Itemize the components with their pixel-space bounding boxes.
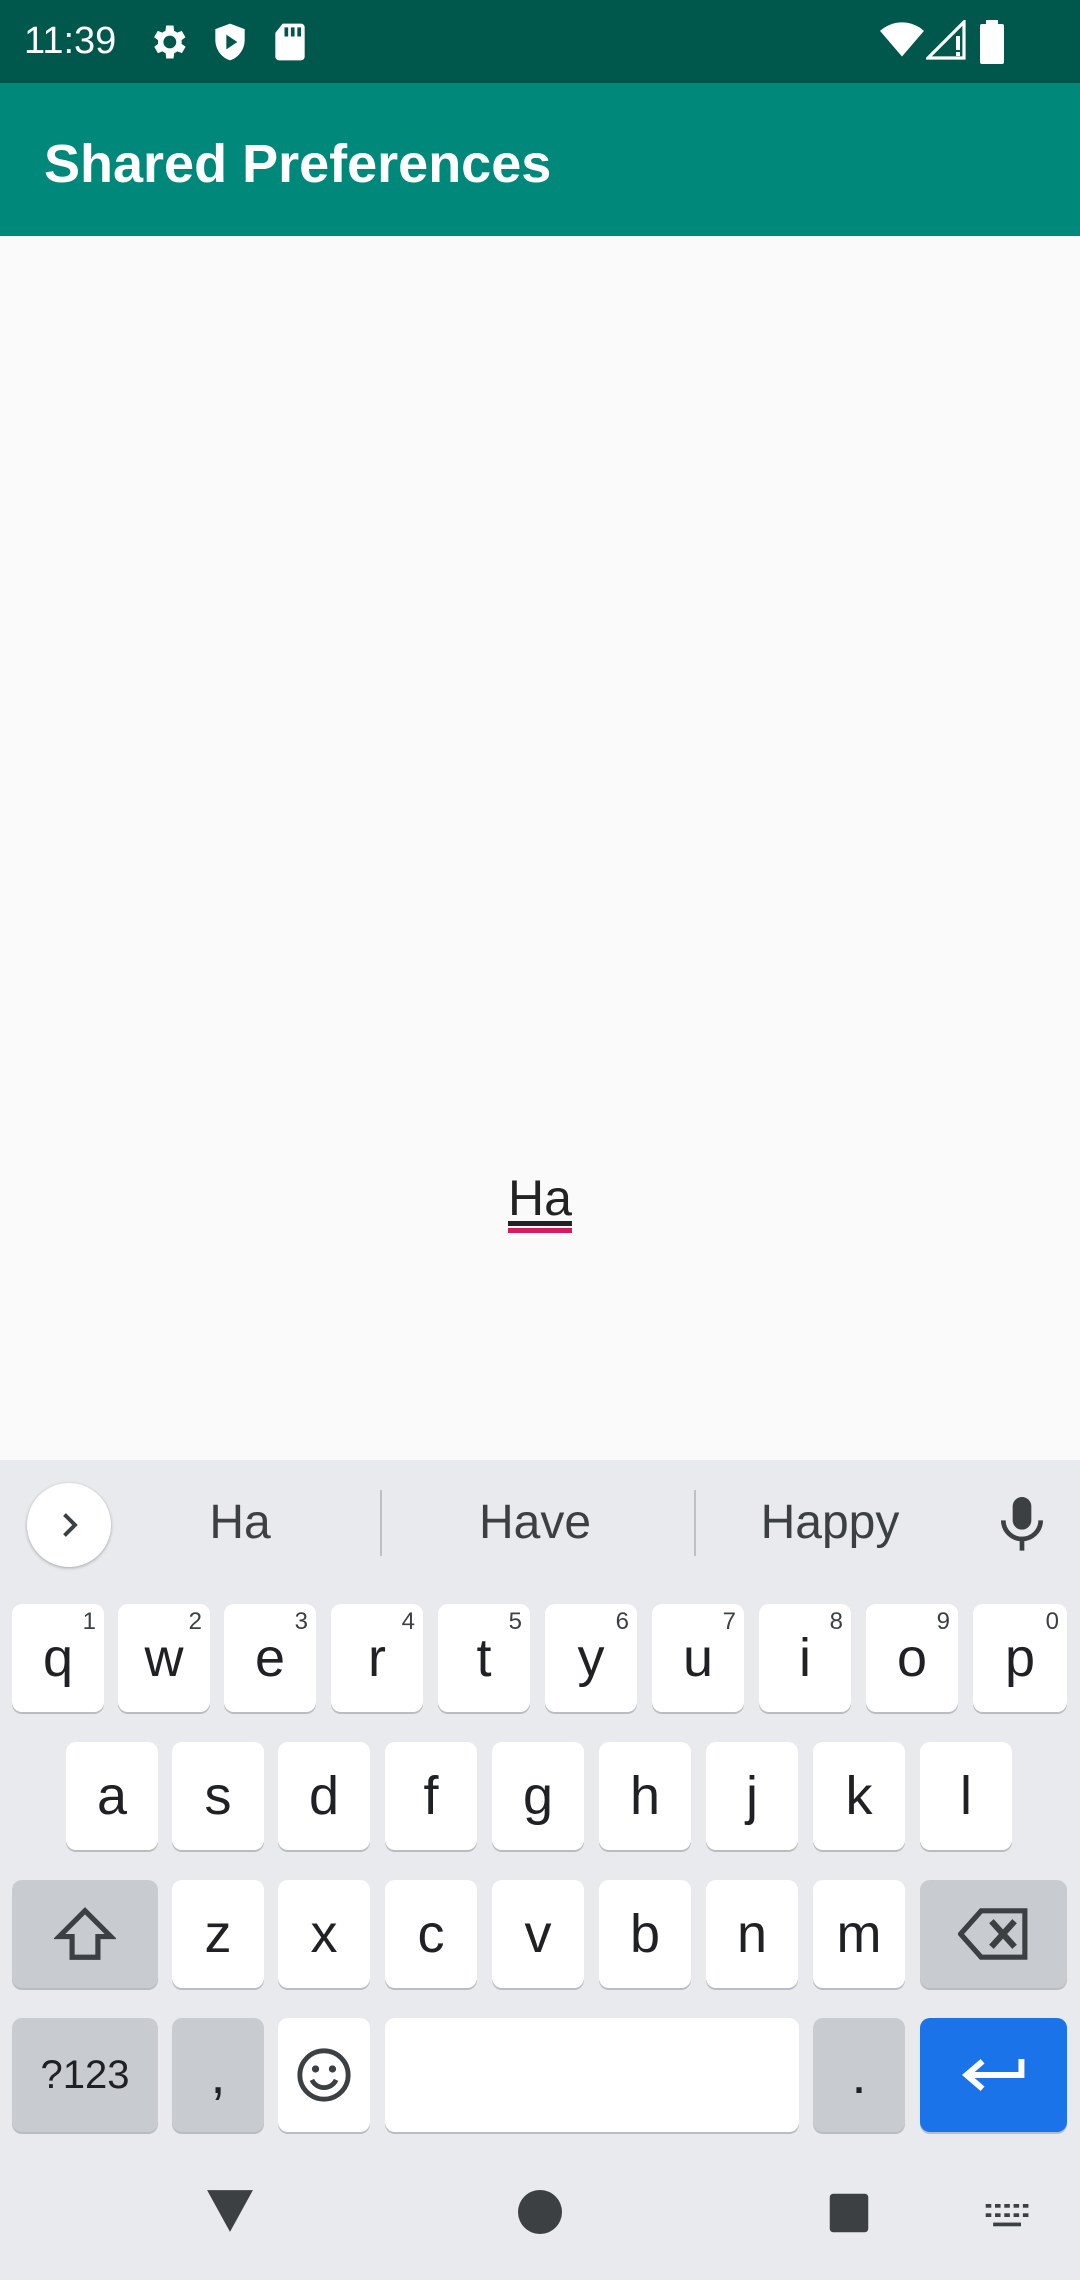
content-area (0, 236, 1080, 1460)
key-t[interactable]: 5t (438, 1604, 530, 1712)
key-r[interactable]: 4r (331, 1604, 423, 1712)
key-c[interactable]: c (385, 1880, 477, 1988)
shift-icon (54, 1907, 116, 1960)
period-key[interactable]: . (813, 2018, 905, 2132)
app-bar: Shared Preferences (0, 83, 1080, 236)
key-j[interactable]: j (706, 1742, 798, 1850)
key-v[interactable]: v (492, 1880, 584, 1988)
key-y[interactable]: 6y (545, 1604, 637, 1712)
key-s[interactable]: s (172, 1742, 264, 1850)
key-i[interactable]: 8i (759, 1604, 851, 1712)
backspace-key[interactable] (920, 1880, 1067, 1988)
suggestion-2[interactable]: Have (420, 1490, 650, 1556)
key-z[interactable]: z (172, 1880, 264, 1988)
chevron-right-icon (63, 1513, 78, 1537)
backspace-icon (957, 1908, 1027, 1960)
smiley-icon (297, 2048, 351, 2102)
battery-icon (980, 20, 1004, 69)
wifi-icon (880, 20, 924, 65)
text-input[interactable] (508, 1160, 572, 1236)
sd-card-icon (270, 20, 310, 69)
key-a[interactable]: a (66, 1742, 158, 1850)
emoji-key[interactable] (278, 2018, 370, 2132)
key-h[interactable]: h (599, 1742, 691, 1850)
key-f[interactable]: f (385, 1742, 477, 1850)
key-x[interactable]: x (278, 1880, 370, 1988)
key-b[interactable]: b (599, 1880, 691, 1988)
key-e[interactable]: 3e (224, 1604, 316, 1712)
recents-icon[interactable] (828, 2192, 870, 2239)
key-n[interactable]: n (706, 1880, 798, 1988)
suggestion-bar: Ha Have Happy (0, 1460, 1080, 1586)
enter-icon (961, 2059, 1024, 2091)
symbols-key[interactable]: ?123 (12, 2018, 158, 2132)
key-d[interactable]: d (278, 1742, 370, 1850)
keyboard-switch-icon[interactable] (985, 2204, 1031, 2235)
key-g[interactable]: g (492, 1742, 584, 1850)
suggestion-divider (380, 1490, 382, 1556)
enter-key[interactable] (920, 2018, 1067, 2132)
gear-icon (146, 20, 190, 69)
microphone-icon[interactable] (994, 1494, 1050, 1561)
suggestion-1[interactable]: Ha (130, 1490, 350, 1556)
key-m[interactable]: m (813, 1880, 905, 1988)
key-w[interactable]: 2w (118, 1604, 210, 1712)
shield-play-icon (208, 20, 252, 69)
home-icon[interactable] (518, 2190, 562, 2239)
key-u[interactable]: 7u (652, 1604, 744, 1712)
shift-key[interactable] (12, 1880, 158, 1988)
suggestion-3[interactable]: Happy (720, 1490, 940, 1556)
app-title: Shared Preferences (44, 134, 552, 194)
space-key[interactable] (385, 2018, 799, 2132)
input-underline (508, 1228, 572, 1233)
suggestion-divider (694, 1490, 696, 1556)
expand-toolbar-button[interactable] (27, 1483, 111, 1567)
key-p[interactable]: 0p (973, 1604, 1067, 1712)
key-k[interactable]: k (813, 1742, 905, 1850)
key-q[interactable]: 1q (12, 1604, 104, 1712)
signal-icon (924, 18, 966, 65)
key-o[interactable]: 9o (866, 1604, 958, 1712)
keyboard: Ha Have Happy 1q 2w 3e 4r 5t 6y 7u 8i 9o… (0, 1460, 1080, 2280)
status-time: 11:39 (24, 20, 117, 62)
status-bar: 11:39 (0, 0, 1080, 83)
navigation-bar (0, 2160, 1080, 2280)
back-icon[interactable] (205, 2188, 255, 2239)
comma-key[interactable]: , (172, 2018, 264, 2132)
key-l[interactable]: l (920, 1742, 1012, 1850)
